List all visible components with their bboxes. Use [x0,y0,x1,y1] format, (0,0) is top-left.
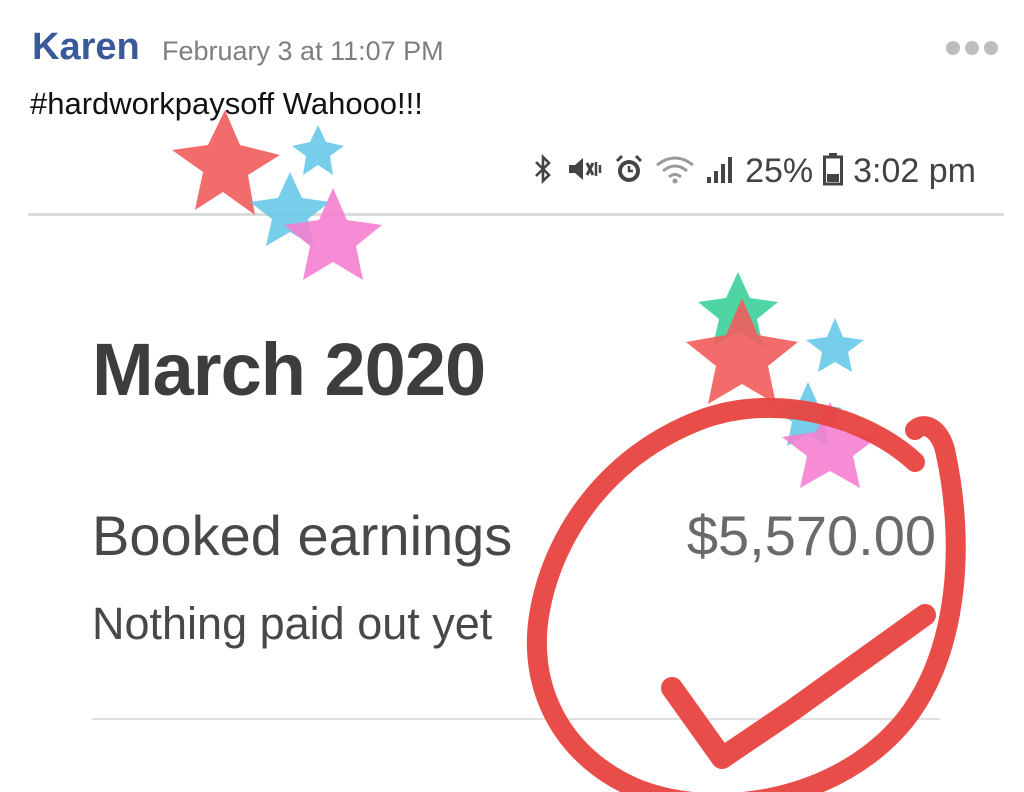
post-header: Karen February 3 at 11:07 PM [32,24,1002,74]
bluetooth-icon [533,153,553,190]
author-name[interactable]: Karen [32,26,140,69]
row-divider [92,718,940,720]
booked-earnings-amount: $5,570.00 [686,504,936,567]
month-heading: March 2020 [92,328,486,411]
status-time: 3:02 pm [853,151,976,190]
vibrate-icon [563,153,603,190]
more-dot-icon [984,41,998,55]
shared-screenshot: 25% 3:02 pm March 2020 Booked earnings $… [28,135,1004,792]
battery-icon [823,152,844,191]
more-dot-icon [965,41,979,55]
battery-percent: 25% [745,151,814,190]
more-options-button[interactable] [946,36,1002,60]
status-divider [28,213,1004,216]
post-caption: #hardworkpaysoff Wahooo!!! [30,86,423,121]
wifi-icon [655,153,695,190]
post-timestamp[interactable]: February 3 at 11:07 PM [162,36,444,67]
booked-earnings-label: Booked earnings [92,504,513,567]
signal-icon [705,153,735,190]
more-dot-icon [946,41,960,55]
alarm-icon [613,153,645,190]
status-bar: 25% 3:02 pm [533,151,976,191]
payout-status: Nothing paid out yet [92,598,493,649]
